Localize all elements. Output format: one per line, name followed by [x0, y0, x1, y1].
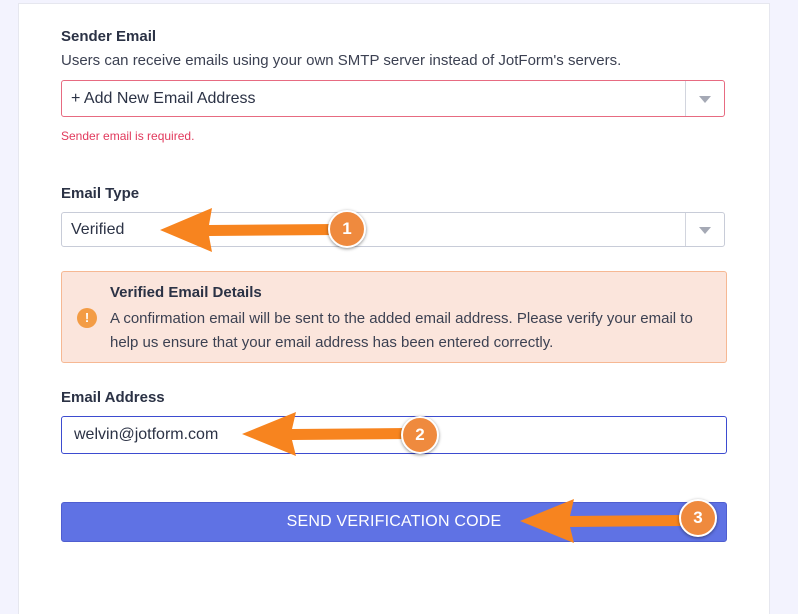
email-address-label: Email Address [61, 389, 165, 406]
notice-title: Verified Email Details [110, 284, 262, 301]
email-type-select[interactable]: Verified [61, 212, 725, 247]
notice-body: A confirmation email will be sent to the… [110, 310, 693, 351]
step-badge-3: 3 [679, 499, 717, 537]
exclamation-icon: ! [77, 308, 97, 328]
email-address-input[interactable]: welvin@jotform.com [61, 416, 727, 454]
select-divider [685, 213, 686, 246]
send-verification-code-button[interactable]: SEND VERIFICATION CODE [61, 502, 727, 542]
sender-email-select[interactable]: + Add New Email Address [61, 80, 725, 117]
step-badge-2: 2 [401, 416, 439, 454]
sender-email-label: Sender Email [61, 28, 157, 45]
step-badge-1: 1 [328, 210, 366, 248]
select-divider [685, 81, 686, 116]
sender-email-select-value: + Add New Email Address [71, 89, 256, 107]
chevron-down-icon[interactable] [699, 95, 711, 103]
sender-email-error: Sender email is required. [61, 129, 195, 143]
verified-email-notice: ! Verified Email Details A confirmation … [61, 271, 727, 363]
email-address-value: welvin@jotform.com [74, 426, 219, 443]
email-type-select-value: Verified [71, 220, 125, 238]
email-type-label: Email Type [61, 185, 140, 202]
chevron-down-icon[interactable] [699, 226, 711, 234]
sender-email-description: Users can receive emails using your own … [61, 52, 622, 69]
